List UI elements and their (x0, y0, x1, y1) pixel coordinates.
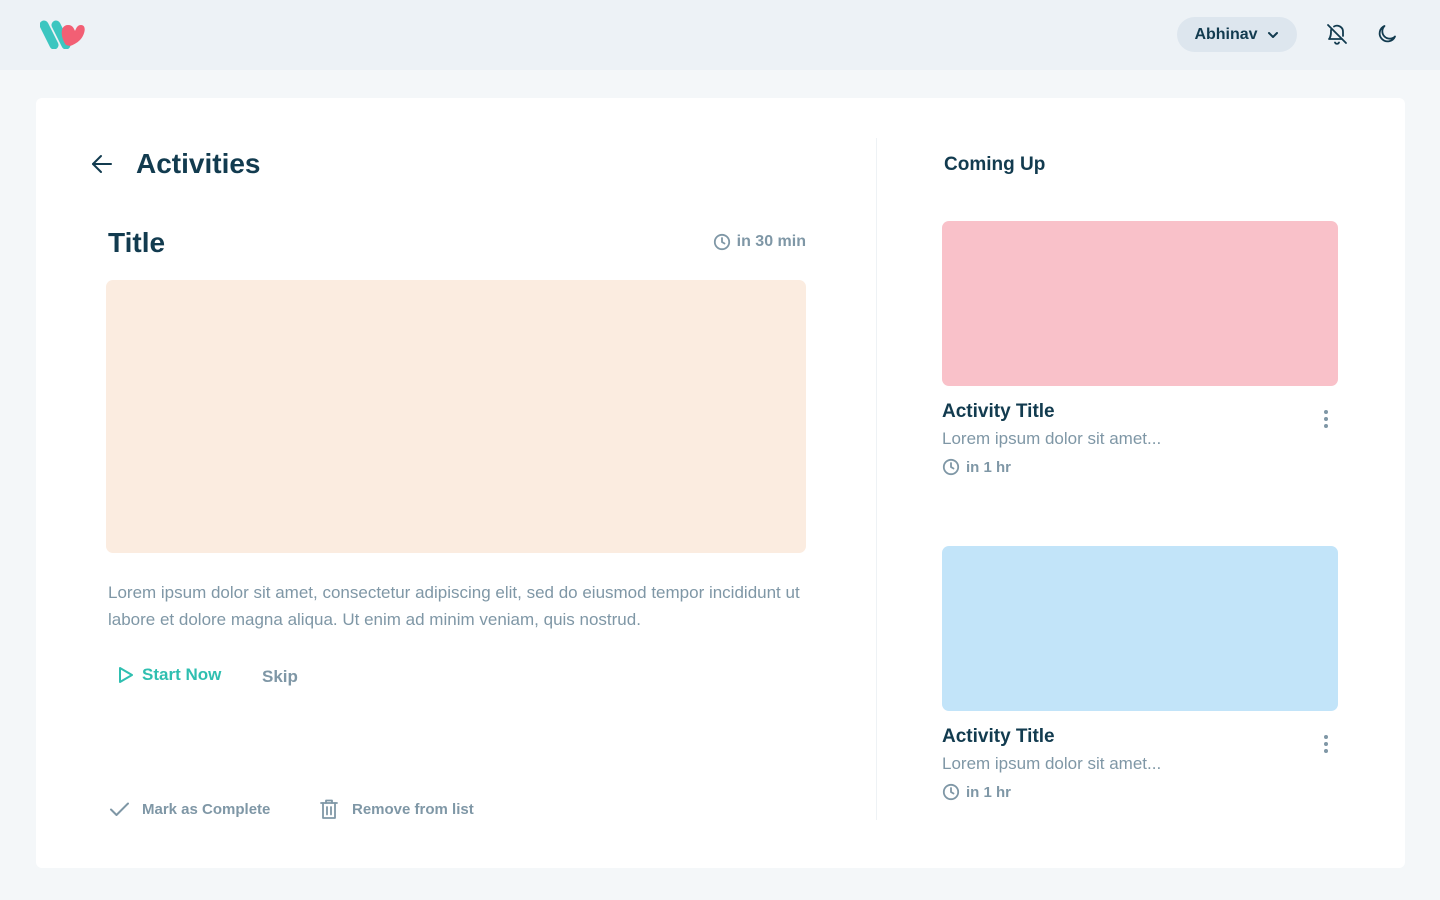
upcoming-activity-title: Activity Title (942, 401, 1055, 422)
upcoming-activity-image (942, 221, 1338, 386)
upcoming-activity-time: in 1 hr (942, 458, 1011, 476)
checkmark-icon (110, 802, 129, 816)
user-menu-button[interactable]: Abhinav (1177, 17, 1297, 52)
more-options-icon[interactable] (1318, 407, 1334, 431)
skip-button[interactable]: Skip (262, 667, 298, 687)
upcoming-activity-time-text: in 1 hr (966, 458, 1012, 476)
upcoming-activity-title: Activity Title (942, 726, 1055, 747)
mark-as-complete-button[interactable]: Mark as Complete (108, 798, 270, 820)
remove-from-list-label: Remove from list (352, 800, 474, 818)
clock-icon (713, 233, 730, 251)
activity-card: Activities Title in 30 min Lorem ipsum d… (36, 98, 1405, 868)
column-divider (876, 138, 877, 820)
activity-time: in 30 min (713, 233, 806, 251)
moon-icon[interactable] (1375, 22, 1399, 46)
upcoming-activity-subtitle: Lorem ipsum dolor sit amet... (942, 429, 1162, 448)
activity-title: Title (108, 227, 166, 258)
top-bar: Abhinav (0, 0, 1440, 70)
upcoming-activity[interactable]: Activity Title Lorem ipsum dolor sit ame… (942, 221, 1338, 491)
brand-logo[interactable] (40, 19, 86, 49)
page-title: Activities (136, 148, 261, 179)
upcoming-activity-time: in 1 hr (942, 783, 1011, 801)
coming-up-title: Coming Up (944, 154, 1046, 175)
upcoming-activity-time-text: in 1 hr (966, 783, 1012, 801)
clock-icon (942, 458, 960, 476)
more-options-icon[interactable] (1318, 732, 1334, 756)
user-name: Abhinav (1194, 25, 1258, 43)
bell-off-icon[interactable] (1325, 22, 1349, 46)
activity-image (106, 280, 806, 553)
activity-description: Lorem ipsum dolor sit amet, consectetur … (108, 583, 800, 629)
chevron-down-icon (1267, 31, 1278, 38)
start-now-label: Start Now (142, 665, 222, 684)
clock-icon (942, 783, 960, 801)
upcoming-activity[interactable]: Activity Title Lorem ipsum dolor sit ame… (942, 546, 1338, 816)
start-now-button[interactable]: Start Now (118, 665, 221, 685)
upcoming-activity-subtitle: Lorem ipsum dolor sit amet... (942, 754, 1162, 773)
activity-time-text: in 30 min (736, 233, 806, 250)
trash-icon (320, 799, 338, 819)
mark-as-complete-label: Mark as Complete (142, 800, 271, 818)
play-icon (119, 667, 133, 683)
back-arrow-icon[interactable] (90, 152, 114, 176)
upcoming-activity-image (942, 546, 1338, 711)
remove-from-list-button[interactable]: Remove from list (318, 798, 474, 820)
